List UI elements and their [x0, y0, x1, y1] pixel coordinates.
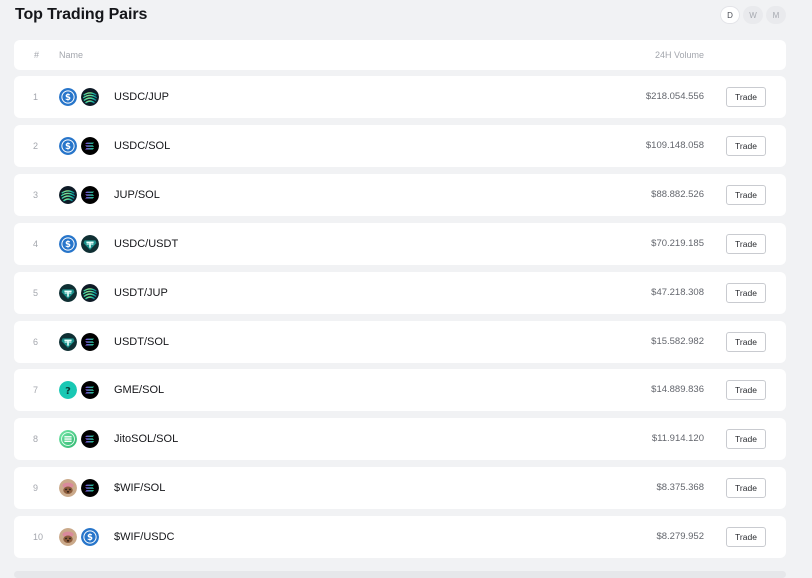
unknown-token-icon — [59, 381, 77, 399]
page-title: Top Trading Pairs — [15, 6, 148, 23]
usdc-icon — [59, 137, 77, 155]
row-rank: 10 — [33, 532, 44, 543]
sol-icon — [81, 479, 99, 497]
wif-icon — [59, 528, 77, 546]
pair-volume: $14.889.836 — [651, 384, 704, 396]
pair-token-icons — [59, 430, 99, 448]
pair-token-icons — [59, 528, 99, 546]
range-day-button[interactable]: D — [720, 6, 740, 24]
column-header-rank: # — [34, 50, 40, 60]
sol-icon — [81, 137, 99, 155]
trade-button[interactable]: Trade — [726, 380, 766, 401]
pair-name[interactable]: USDC/JUP — [114, 76, 169, 118]
table-row[interactable]: 6 USDT/SOL $15.582.982 Trade — [14, 320, 786, 363]
trade-button[interactable]: Trade — [726, 233, 766, 254]
usdt-icon — [81, 235, 99, 253]
usdc-icon — [59, 235, 77, 253]
table-row[interactable]: 9 $WIF/SOL $8.375.368 Trade — [14, 467, 786, 510]
sol-icon — [81, 333, 99, 351]
trade-button[interactable]: Trade — [726, 527, 766, 548]
pair-token-icons — [59, 137, 99, 155]
usdt-icon — [59, 333, 77, 351]
pair-name[interactable]: USDC/USDT — [114, 223, 178, 265]
wif-icon — [59, 479, 77, 497]
pair-volume: $218.054.556 — [645, 91, 704, 102]
pair-name[interactable]: $WIF/USDC — [114, 516, 175, 558]
pair-volume: $70.219.185 — [651, 237, 704, 249]
pair-name[interactable]: USDT/SOL — [114, 321, 169, 363]
sol-icon — [81, 381, 99, 399]
trade-button[interactable]: Trade — [726, 478, 766, 499]
usdc-icon — [59, 88, 77, 106]
pair-name[interactable]: $WIF/SOL — [114, 467, 165, 509]
trade-button[interactable]: Trade — [726, 184, 766, 205]
table-row[interactable]: 3 JUP/SOL $88.882.526 Trade — [14, 173, 786, 216]
pair-volume: $109.148.058 — [645, 139, 704, 151]
trade-button[interactable]: Trade — [726, 282, 766, 303]
jup-icon — [81, 284, 99, 302]
pair-token-icons — [59, 88, 99, 106]
table-row[interactable]: 10 $WIF/USDC $8.279.952 Trade — [14, 516, 786, 559]
column-header-name: Name — [59, 50, 84, 60]
sol-icon — [81, 186, 99, 204]
pair-token-icons — [59, 186, 99, 204]
pair-token-icons — [59, 479, 99, 497]
horizontal-scrollbar[interactable] — [14, 571, 786, 578]
table-row[interactable]: 1 USDC/JUP $218.054.556 Trade — [14, 76, 786, 118]
pair-volume: $11.914.120 — [651, 433, 704, 445]
trade-button[interactable]: Trade — [726, 331, 766, 352]
usdc-icon — [81, 528, 99, 546]
pair-token-icons — [59, 333, 99, 351]
pair-name[interactable]: JitoSOL/SOL — [114, 418, 178, 460]
column-header-volume: 24H Volume — [654, 50, 704, 60]
row-rank: 3 — [33, 189, 39, 200]
row-rank: 5 — [33, 287, 39, 298]
jup-icon — [81, 88, 99, 106]
row-rank: 7 — [33, 385, 39, 396]
table-row[interactable]: 5 USDT/JUP $47.218.308 Trade — [14, 271, 786, 314]
pair-token-icons — [59, 381, 99, 399]
table-row[interactable]: 4 USDC/USDT $70.219.185 Trade — [14, 222, 786, 265]
pair-volume: $8.279.952 — [656, 531, 704, 543]
pair-name[interactable]: JUP/SOL — [114, 174, 160, 216]
jup-icon — [59, 186, 77, 204]
row-rank: 4 — [33, 238, 39, 249]
row-rank: 9 — [33, 483, 39, 494]
trade-button[interactable]: Trade — [726, 135, 766, 156]
sol-icon — [81, 430, 99, 448]
pair-volume: $15.582.982 — [651, 335, 704, 347]
range-month-button[interactable]: M — [766, 6, 786, 24]
pair-volume: $47.218.308 — [651, 286, 704, 298]
pair-volume: $88.882.526 — [651, 188, 704, 200]
pair-token-icons — [59, 284, 99, 302]
row-rank: 6 — [33, 336, 39, 347]
table-header: # Name 24H Volume — [14, 40, 786, 70]
jitosol-icon — [59, 430, 77, 448]
time-range-selector: D W M — [720, 6, 786, 24]
pair-volume: $8.375.368 — [656, 482, 704, 494]
table-row[interactable]: 7 GME/SOL $14.889.836 Trade — [14, 369, 786, 412]
pair-name[interactable]: GME/SOL — [114, 369, 164, 411]
pair-name[interactable]: USDT/JUP — [114, 272, 168, 314]
table-row[interactable]: 2 USDC/SOL $109.148.058 Trade — [14, 124, 786, 167]
row-rank: 2 — [33, 140, 39, 151]
pair-name[interactable]: USDC/SOL — [114, 125, 170, 167]
range-week-button[interactable]: W — [743, 6, 763, 24]
usdt-icon — [59, 284, 77, 302]
table-row[interactable]: 8 JitoSOL/SOL $11.914.120 Trade — [14, 418, 786, 461]
row-rank: 8 — [33, 434, 39, 445]
pair-token-icons — [59, 235, 99, 253]
trade-button[interactable]: Trade — [726, 429, 766, 450]
row-rank: 1 — [33, 92, 39, 102]
trade-button[interactable]: Trade — [726, 87, 766, 107]
